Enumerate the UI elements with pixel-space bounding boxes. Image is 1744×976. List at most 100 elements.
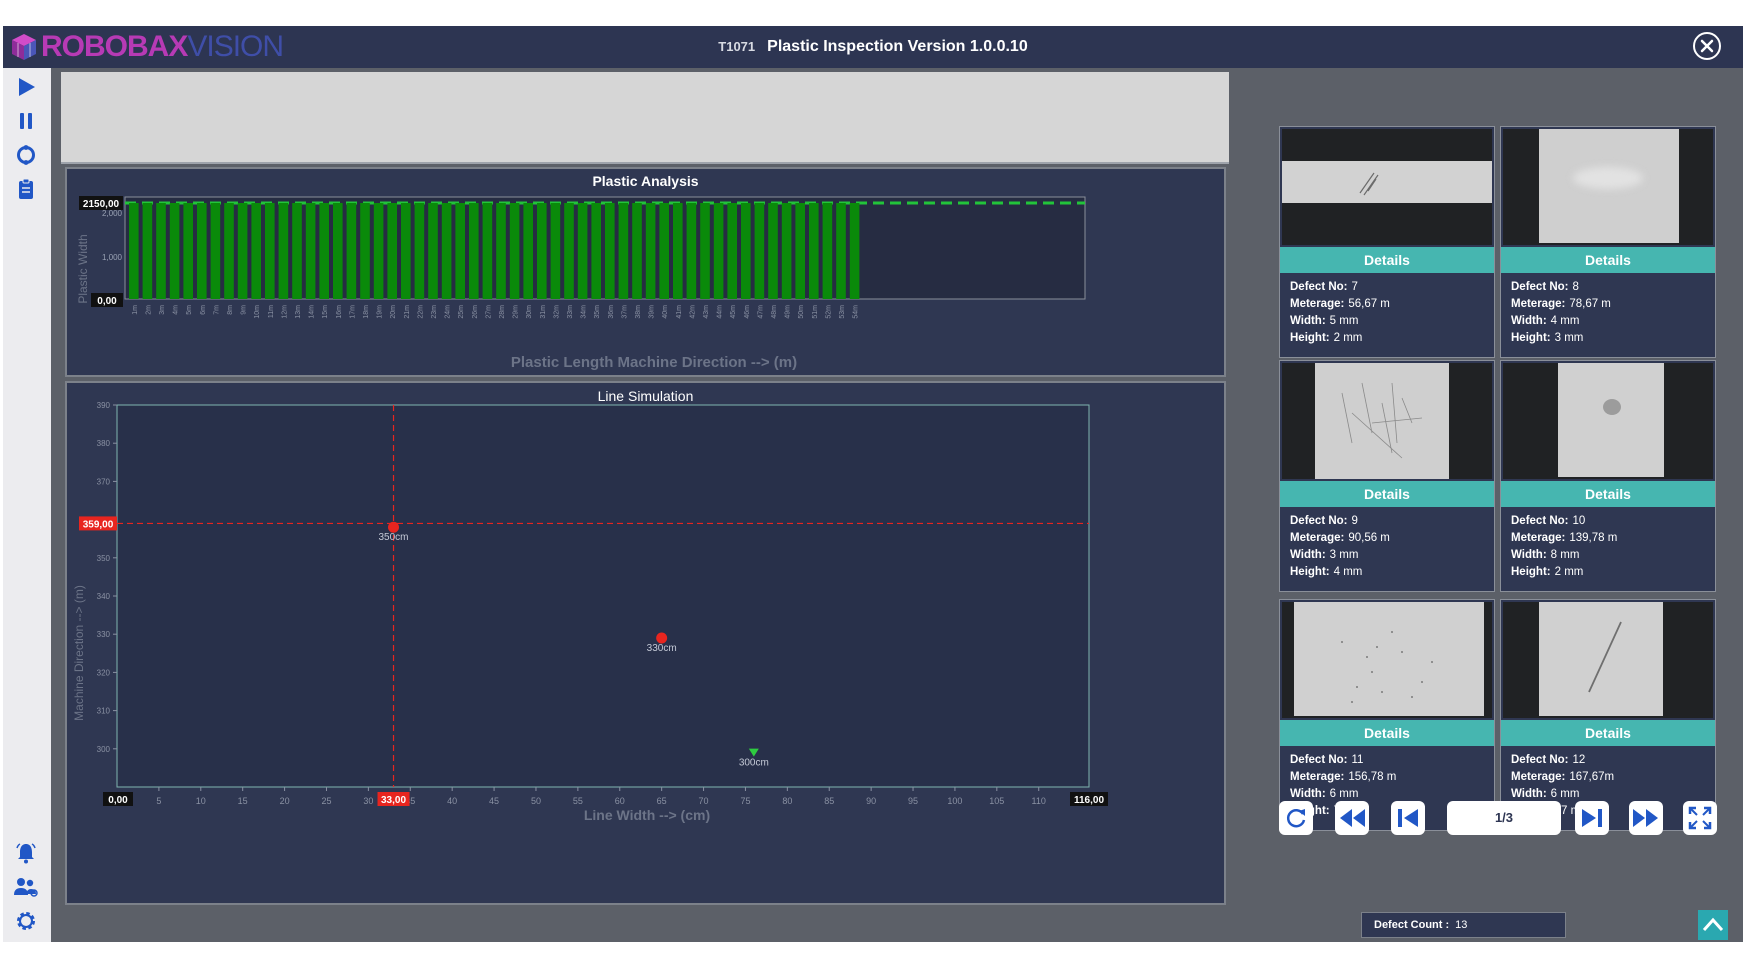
defect-thumbnail[interactable] (1282, 129, 1492, 245)
analysis-bar (142, 203, 153, 299)
analysis-bar (537, 203, 547, 299)
fullscreen-button[interactable] (1683, 801, 1717, 835)
analysis-bar (197, 203, 207, 299)
analysis-x-tick: 24m (445, 305, 452, 319)
report-button[interactable] (11, 174, 41, 204)
defect-no-value: 12 (1572, 754, 1586, 766)
close-icon (1700, 39, 1714, 53)
title-bar: ROBOBAXVISION T1071 Plastic Inspection Ve… (3, 26, 1743, 68)
details-button[interactable]: Details (1280, 481, 1494, 507)
analysis-x-tick: 17m (349, 305, 356, 319)
width-value: 8 mm (1550, 549, 1580, 561)
defect-no-value: 10 (1572, 515, 1586, 527)
analysis-bar (781, 203, 792, 299)
pause-button[interactable] (11, 106, 41, 136)
analysis-bar (455, 203, 465, 299)
simulation-x-label: Line Width --> (cm) (584, 807, 710, 823)
width-value: 5 mm (1329, 315, 1359, 327)
sim-y-tick: 340 (97, 592, 111, 601)
close-button[interactable] (1693, 32, 1721, 60)
first-page-button[interactable] (1391, 801, 1425, 835)
sim-x-tick: 45 (489, 796, 499, 806)
analysis-bar (822, 203, 833, 299)
analysis-bar (333, 203, 343, 299)
analysis-x-tick: 53m (839, 305, 846, 319)
scroll-top-button[interactable] (1698, 910, 1728, 940)
sim-y-tick: 320 (97, 668, 111, 677)
analysis-bar (795, 203, 805, 299)
defect-thumbnail[interactable] (1282, 363, 1492, 479)
defect-no-value: 8 (1572, 281, 1579, 293)
analysis-x-tick: 48m (771, 305, 778, 319)
meterage-label: Meterage: (1290, 532, 1345, 544)
fast-forward-button[interactable] (1629, 801, 1663, 835)
analysis-bar (836, 203, 846, 299)
refresh-button[interactable] (1279, 801, 1313, 835)
defect-thumbnail[interactable] (1503, 363, 1713, 479)
defect-info: Defect No: 9 Meterage: 90,56 m Width: 3 mm Hei… (1290, 513, 1390, 581)
analysis-bar (346, 203, 357, 299)
details-button[interactable]: Details (1501, 247, 1715, 273)
defect-thumbnail[interactable] (1503, 602, 1713, 718)
analysis-bar (305, 203, 316, 299)
start-button[interactable] (11, 72, 41, 102)
analysis-x-tick: 16m (336, 305, 343, 319)
last-page-button[interactable] (1575, 801, 1609, 835)
analysis-bar (509, 203, 520, 299)
analysis-bar (673, 203, 683, 299)
analysis-bar (645, 203, 656, 299)
cursor-y-label: 359,00 (83, 519, 114, 530)
meterage-label: Meterage: (1290, 298, 1345, 310)
analysis-bar (686, 203, 697, 299)
defect-thumbnail[interactable] (1282, 602, 1492, 718)
analysis-ytick-2000: 2,000 (102, 209, 123, 218)
fullscreen-icon (1688, 806, 1712, 830)
details-button[interactable]: Details (1501, 720, 1715, 746)
details-button[interactable]: Details (1280, 720, 1494, 746)
analysis-x-tick: 2m (145, 305, 152, 315)
sim-point-label: 300cm (739, 758, 769, 769)
sim-x-tick: 25 (321, 796, 331, 806)
meterage-label: Meterage: (1511, 771, 1566, 783)
analysis-x-tick: 7m (213, 305, 220, 315)
analysis-x-tick: 30m (526, 305, 533, 319)
details-button[interactable]: Details (1280, 247, 1494, 273)
sim-x-tick: 5 (156, 796, 161, 806)
analysis-x-tick: 1m (132, 305, 139, 315)
settings-button[interactable] (11, 906, 41, 936)
analysis-x-tick: 21m (404, 305, 411, 319)
analysis-bar (387, 203, 397, 299)
analysis-y-label: Plastic Width (76, 234, 90, 303)
meterage-value: 139,78 m (1569, 532, 1618, 544)
alarm-button[interactable] (11, 838, 41, 868)
width-value: 6 mm (1550, 788, 1580, 800)
sim-y-tick: 370 (97, 477, 111, 486)
sim-x-tick: 70 (699, 796, 709, 806)
defect-no-value: 9 (1351, 515, 1358, 527)
defect-no-label: Defect No: (1290, 515, 1348, 527)
defect-thumbnail[interactable] (1503, 129, 1713, 245)
sim-x-tick: 60 (615, 796, 625, 806)
sim-x-tick: 75 (740, 796, 750, 806)
fast-rewind-button[interactable] (1335, 801, 1369, 835)
page-indicator: 1/3 (1447, 801, 1561, 835)
details-button[interactable]: Details (1501, 481, 1715, 507)
app-title: Plastic Inspection Version 1.0.0.10 (767, 38, 1028, 55)
analysis-bar (482, 203, 493, 299)
window-title: T1071 Plastic Inspection Version 1.0.0.10 (3, 26, 1743, 68)
height-label: Height: (1290, 332, 1330, 344)
reset-button[interactable] (11, 140, 41, 170)
users-button[interactable] (11, 872, 41, 902)
analysis-x-tick: 31m (540, 305, 547, 319)
analysis-x-tick: 13m (295, 305, 302, 319)
sim-defect-point[interactable] (388, 521, 400, 533)
sim-x-tick: 10 (196, 796, 206, 806)
analysis-max-label: 2150,00 (83, 199, 120, 210)
sim-x-tick: 100 (947, 796, 962, 806)
analysis-x-tick: 4m (173, 305, 180, 315)
sim-x-tick: 95 (908, 796, 918, 806)
play-icon (19, 78, 35, 96)
analysis-bar (496, 203, 506, 299)
analysis-bar (849, 203, 860, 299)
sim-defect-point[interactable] (656, 632, 668, 644)
